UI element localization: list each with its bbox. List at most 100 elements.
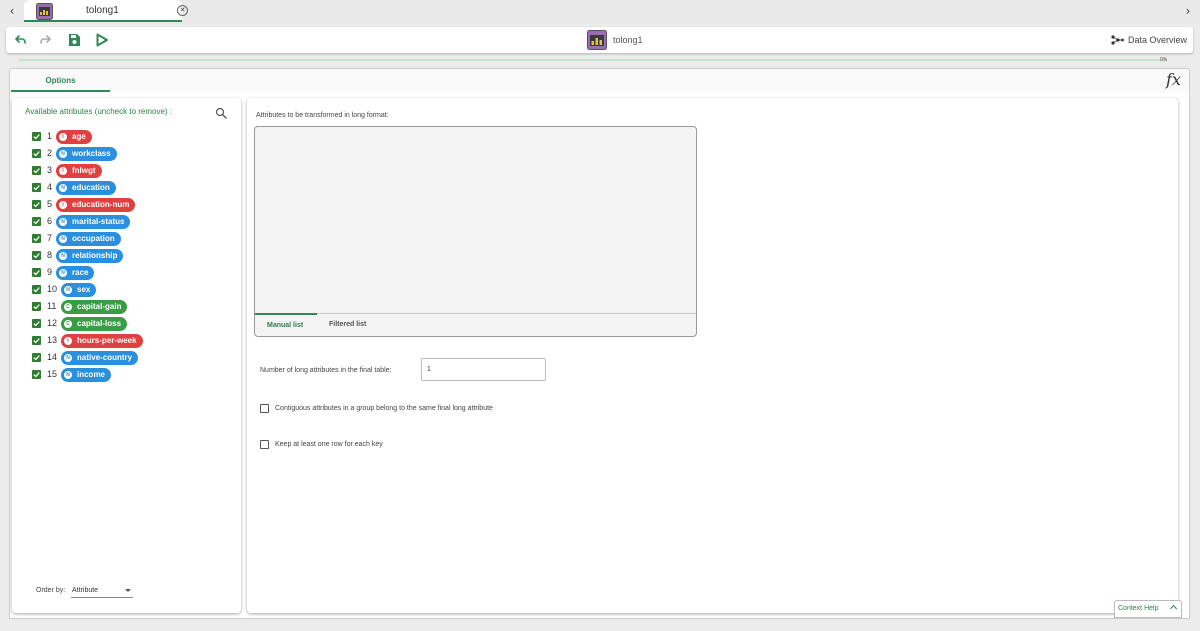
data-overview-label: Data Overview [1127, 35, 1187, 45]
check-icon [33, 202, 40, 208]
attribute-name: education-num [72, 200, 130, 209]
check-icon [33, 338, 40, 344]
attribute-pill[interactable]: Ieducation-num [56, 198, 136, 212]
tab-filtered-list[interactable]: Filtered list [329, 314, 366, 337]
attribute-index: 1 [47, 131, 53, 141]
attribute-pill[interactable]: Ccapital-gain [61, 300, 128, 314]
attribute-name: hours-per-week [77, 336, 137, 345]
attribute-type-badge: I [64, 337, 72, 345]
attribute-type-badge: C [64, 303, 72, 311]
check-icon [33, 372, 40, 378]
attribute-type-badge: N [64, 371, 72, 379]
check-icon [33, 304, 40, 310]
attribute-pill[interactable]: Ccapital-loss [61, 317, 128, 331]
attribute-pill[interactable]: Ihours-per-week [61, 334, 143, 348]
contiguous-checkbox[interactable] [260, 404, 269, 413]
check-icon [33, 270, 40, 276]
attribute-checkbox[interactable] [32, 217, 41, 226]
attribute-name: native-country [77, 353, 133, 362]
check-icon [33, 321, 40, 327]
attribute-type-badge: N [59, 235, 67, 243]
attribute-pill[interactable]: Nrelationship [56, 249, 124, 263]
attribute-index: 6 [47, 216, 53, 226]
keep-row-checkbox[interactable] [260, 440, 269, 449]
context-help-button[interactable]: Context Help [1114, 600, 1182, 618]
check-icon [33, 355, 40, 361]
attribute-checkbox[interactable] [32, 132, 41, 141]
check-icon [33, 253, 40, 259]
redo-icon[interactable] [38, 32, 54, 48]
tab-options[interactable]: Options [11, 69, 110, 92]
attribute-checkbox[interactable] [32, 336, 41, 345]
attribute-checkbox[interactable] [32, 234, 41, 243]
keep-row-label: Keep at least one row for each key [275, 441, 383, 448]
save-icon[interactable] [66, 32, 82, 48]
attribute-pill[interactable]: Iage [56, 130, 92, 144]
attribute-name: fnlwgt [72, 166, 96, 175]
order-by-select[interactable]: Attribute [71, 585, 133, 598]
settings-panel: Attributes to be transformed in long for… [247, 98, 1178, 613]
undo-icon[interactable] [12, 32, 28, 48]
attribute-index: 11 [47, 301, 57, 311]
attribute-name: sex [77, 285, 91, 294]
attribute-name: marital-status [72, 217, 125, 226]
attribute-pill[interactable]: Nincome [61, 368, 112, 382]
attribute-checkbox[interactable] [32, 149, 41, 158]
close-tab-icon[interactable]: ✕ [177, 5, 188, 16]
network-icon [1111, 35, 1124, 45]
task-icon [36, 3, 53, 20]
long-attributes-box[interactable]: Manual list Filtered list [254, 126, 697, 337]
attribute-checkbox[interactable] [32, 268, 41, 277]
attribute-type-badge: I [59, 201, 67, 209]
attribute-pill[interactable]: Nrace [56, 266, 95, 280]
attribute-index: 8 [47, 250, 53, 260]
attribute-pill[interactable]: Nworkclass [56, 147, 117, 161]
attribute-name: income [77, 370, 106, 379]
attribute-type-badge: N [59, 150, 67, 158]
attribute-checkbox[interactable] [32, 353, 41, 362]
attribute-pill[interactable]: Noccupation [56, 232, 121, 246]
attribute-type-badge: N [59, 252, 67, 260]
num-long-attributes-input[interactable] [421, 358, 546, 381]
attribute-checkbox[interactable] [32, 251, 41, 260]
run-icon[interactable] [94, 32, 110, 48]
progress-bar [19, 59, 1167, 61]
attribute-name: race [72, 268, 89, 277]
task-title: tolong1 [613, 35, 643, 45]
attribute-index: 3 [47, 165, 53, 175]
tab-scroll-left-icon[interactable]: ‹ [4, 3, 20, 19]
attribute-checkbox[interactable] [32, 183, 41, 192]
order-by-value: Attribute [72, 587, 99, 594]
attribute-checkbox[interactable] [32, 166, 41, 175]
attribute-type-badge: N [59, 218, 67, 226]
fx-icon[interactable]: fx [1166, 70, 1181, 89]
attribute-pill[interactable]: Nsex [61, 283, 97, 297]
attribute-index: 12 [47, 318, 58, 328]
attribute-index: 13 [47, 335, 58, 345]
progress-percent: 0% [1160, 57, 1168, 63]
attribute-pill[interactable]: Ifnlwgt [56, 164, 102, 178]
options-header: Options fx [9, 68, 1190, 92]
attribute-checkbox[interactable] [32, 200, 41, 209]
attribute-checkbox[interactable] [32, 302, 41, 311]
tab-manual-list[interactable]: Manual list [255, 313, 317, 336]
attribute-pill[interactable]: Nmarital-status [56, 215, 131, 229]
tab-scroll-right-icon[interactable]: › [1180, 3, 1196, 19]
tab-tolong1[interactable]: tolong1 ✕ [24, 0, 188, 22]
data-overview-button[interactable]: Data Overview [1111, 35, 1187, 45]
attribute-checkbox[interactable] [32, 370, 41, 379]
contiguous-label: Contiguous attributes in a group belong … [275, 405, 493, 412]
long-attributes-label: Attributes to be transformed in long for… [256, 112, 389, 119]
attribute-index: 4 [47, 182, 53, 192]
search-icon[interactable] [215, 107, 227, 119]
attribute-checkbox[interactable] [32, 319, 41, 328]
task-icon [587, 30, 607, 50]
attribute-index: 10 [47, 284, 58, 294]
attribute-pill[interactable]: Neducation [56, 181, 116, 195]
attribute-type-badge: N [64, 354, 72, 362]
attribute-name: relationship [72, 251, 118, 260]
attribute-pill[interactable]: Nnative-country [61, 351, 139, 365]
context-help-label: Context Help [1118, 605, 1159, 612]
available-attributes-title: Available attributes (uncheck to remove)… [25, 107, 173, 116]
attribute-checkbox[interactable] [32, 285, 41, 294]
